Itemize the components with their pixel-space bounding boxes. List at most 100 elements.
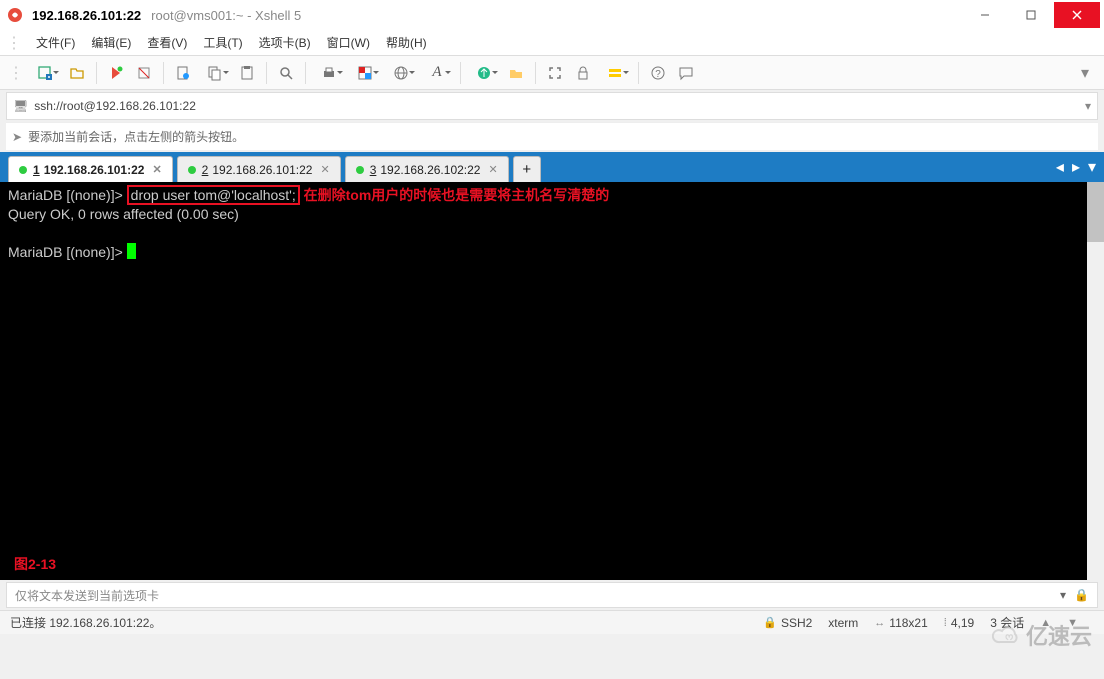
menu-file[interactable]: 文件(F) bbox=[28, 30, 83, 55]
window-controls bbox=[962, 2, 1100, 28]
menu-view[interactable]: 查看(V) bbox=[139, 30, 195, 55]
minimize-button[interactable] bbox=[962, 2, 1008, 28]
terminal-command: drop user tom@'localhost'; bbox=[127, 185, 300, 205]
terminal-result: Query OK, 0 rows affected (0.00 sec) bbox=[8, 205, 1096, 224]
terminal-scrollbar[interactable] bbox=[1087, 182, 1104, 580]
toolbar-grip: ⋮ bbox=[8, 63, 24, 83]
tab-close-icon[interactable]: ✕ bbox=[320, 163, 329, 176]
hint-arrow-icon[interactable]: ➤ bbox=[12, 130, 22, 144]
title-bar: 192.168.26.101:22 root@vms001:~ - Xshell… bbox=[0, 0, 1104, 30]
address-url: ssh://root@192.168.26.101:22 bbox=[34, 99, 196, 113]
window-title-secondary: root@vms001:~ - Xshell 5 bbox=[151, 8, 301, 23]
status-protocol: 🔒SSH2 bbox=[763, 616, 812, 630]
tab-index: 3 bbox=[370, 163, 377, 177]
new-session-button[interactable] bbox=[28, 60, 62, 86]
feedback-icon[interactable] bbox=[673, 60, 699, 86]
toolbar-separator bbox=[638, 62, 639, 84]
find-button[interactable] bbox=[273, 60, 299, 86]
lock-button[interactable] bbox=[570, 60, 596, 86]
tab-label: 192.168.26.102:22 bbox=[380, 163, 480, 177]
menu-help[interactable]: 帮助(H) bbox=[378, 30, 435, 55]
reconnect-button[interactable] bbox=[103, 60, 129, 86]
toolbar-overflow-icon[interactable]: ▾ bbox=[1072, 60, 1098, 86]
maximize-button[interactable] bbox=[1008, 2, 1054, 28]
toolbar-separator bbox=[163, 62, 164, 84]
session-tab-1[interactable]: 1 192.168.26.101:22 ✕ bbox=[8, 156, 173, 182]
send-placeholder: 仅将文本发送到当前选项卡 bbox=[15, 587, 159, 604]
address-bar[interactable]: 🖥 ssh://root@192.168.26.101:22 ▾ bbox=[6, 92, 1098, 120]
terminal-annotation: 在删除tom用户的时候也是需要将主机名写清楚的 bbox=[304, 187, 610, 203]
toolbar-separator bbox=[266, 62, 267, 84]
app-icon bbox=[6, 6, 24, 24]
toolbar: ⋮ A ? ▾ bbox=[0, 56, 1104, 90]
toolbar-separator bbox=[535, 62, 536, 84]
help-icon[interactable]: ? bbox=[645, 60, 671, 86]
session-tab-2[interactable]: 2 192.168.26.101:22 ✕ bbox=[177, 156, 341, 182]
session-tab-3[interactable]: 3 192.168.26.102:22 ✕ bbox=[345, 156, 509, 182]
address-protocol-icon: 🖥 bbox=[13, 99, 28, 113]
tab-bar: 1 192.168.26.101:22 ✕ 2 192.168.26.101:2… bbox=[0, 152, 1104, 182]
print-button[interactable] bbox=[312, 60, 346, 86]
address-overflow-icon[interactable]: ▾ bbox=[1085, 99, 1091, 113]
tab-close-icon[interactable]: ✕ bbox=[152, 163, 161, 176]
tab-prev-icon[interactable]: ◂ bbox=[1056, 157, 1064, 177]
status-size: ↔118x21 bbox=[874, 616, 927, 630]
toolbar-separator bbox=[96, 62, 97, 84]
paste-button[interactable] bbox=[234, 60, 260, 86]
menu-tools[interactable]: 工具(T) bbox=[195, 30, 250, 55]
send-bar[interactable]: 仅将文本发送到当前选项卡 ▾ 🔒 bbox=[6, 582, 1098, 608]
terminal-cursor bbox=[127, 243, 136, 259]
tab-list-icon[interactable]: ▾ bbox=[1088, 157, 1096, 177]
open-session-button[interactable] bbox=[64, 60, 90, 86]
tab-next-icon[interactable]: ▸ bbox=[1072, 157, 1080, 177]
xftp-button[interactable] bbox=[503, 60, 529, 86]
status-term: xterm bbox=[828, 616, 858, 630]
lock-icon: 🔒 bbox=[763, 616, 777, 629]
encoding-button[interactable] bbox=[384, 60, 418, 86]
tab-index: 1 bbox=[33, 163, 40, 177]
menu-bar: ⋮ 文件(F) 编辑(E) 查看(V) 工具(T) 选项卡(B) 窗口(W) 帮… bbox=[0, 30, 1104, 56]
tab-index: 2 bbox=[202, 163, 209, 177]
tab-nav: ◂ ▸ ▾ bbox=[1048, 152, 1104, 182]
transfer-button[interactable] bbox=[467, 60, 501, 86]
terminal[interactable]: MariaDB [(none)]> drop user tom@'localho… bbox=[0, 182, 1104, 580]
window-title-primary: 192.168.26.101:22 bbox=[32, 8, 141, 23]
color-scheme-button[interactable] bbox=[348, 60, 382, 86]
tab-close-icon[interactable]: ✕ bbox=[488, 163, 497, 176]
close-button[interactable] bbox=[1054, 2, 1100, 28]
tab-label: 192.168.26.101:22 bbox=[212, 163, 312, 177]
menu-edit[interactable]: 编辑(E) bbox=[83, 30, 139, 55]
send-target-dropdown-icon[interactable]: ▾ bbox=[1060, 588, 1066, 602]
status-cursor: ⁞4,19 bbox=[944, 616, 974, 630]
copy-button[interactable] bbox=[198, 60, 232, 86]
size-icon: ↔ bbox=[874, 617, 885, 629]
scrollbar-thumb[interactable] bbox=[1087, 182, 1104, 242]
status-connection: 已连接 192.168.26.101:22。 bbox=[10, 614, 161, 631]
menu-window[interactable]: 窗口(W) bbox=[319, 30, 378, 55]
new-tab-button[interactable]: + bbox=[513, 156, 541, 182]
fullscreen-button[interactable] bbox=[542, 60, 568, 86]
figure-label: 图2-13 bbox=[14, 555, 56, 574]
menu-tabs[interactable]: 选项卡(B) bbox=[251, 30, 319, 55]
send-lock-icon[interactable]: 🔒 bbox=[1074, 588, 1089, 602]
cursor-icon: ⁞ bbox=[944, 617, 947, 629]
tab-status-dot-icon bbox=[188, 166, 196, 174]
terminal-prompt: MariaDB [(none)]> bbox=[8, 187, 123, 203]
toolbar-separator bbox=[305, 62, 306, 84]
disconnect-button[interactable] bbox=[131, 60, 157, 86]
hint-bar: ➤ 要添加当前会话，点击左侧的箭头按钮。 bbox=[6, 122, 1098, 150]
svg-text:?: ? bbox=[655, 69, 661, 80]
highlight-button[interactable] bbox=[598, 60, 632, 86]
tab-status-dot-icon bbox=[19, 166, 27, 174]
font-button[interactable]: A bbox=[420, 60, 454, 86]
toolbar-separator bbox=[460, 62, 461, 84]
properties-button[interactable] bbox=[170, 60, 196, 86]
svg-text:ᰔ: ᰔ bbox=[1005, 632, 1013, 642]
menu-grip: ⋮ bbox=[6, 33, 22, 53]
watermark: ᰔ 亿速云 bbox=[992, 619, 1092, 651]
hint-text: 要添加当前会话，点击左侧的箭头按钮。 bbox=[28, 128, 244, 145]
status-bar: 已连接 192.168.26.101:22。 🔒SSH2 xterm ↔118x… bbox=[0, 610, 1104, 634]
tab-label: 192.168.26.101:22 bbox=[44, 163, 145, 177]
tab-status-dot-icon bbox=[356, 166, 364, 174]
terminal-prompt: MariaDB [(none)]> bbox=[8, 244, 123, 260]
